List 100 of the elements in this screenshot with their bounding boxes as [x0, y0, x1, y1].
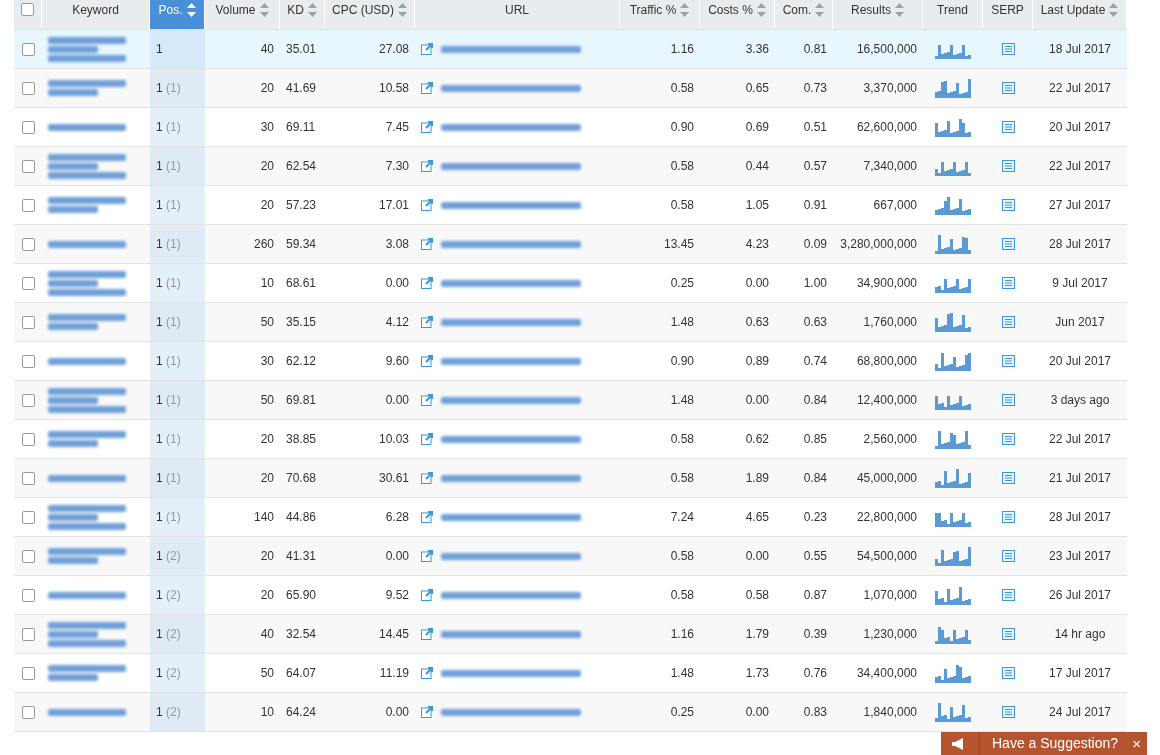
sort-icon[interactable]	[680, 3, 690, 17]
row-checkbox[interactable]	[21, 198, 35, 212]
list-icon[interactable]	[1001, 511, 1015, 523]
list-icon[interactable]	[1001, 472, 1015, 484]
table-cell: 64.07	[286, 666, 317, 680]
list-icon[interactable]	[1001, 706, 1015, 718]
external-link-icon[interactable]	[421, 43, 433, 55]
list-icon[interactable]	[1001, 667, 1015, 679]
table-cell: 16,500,000	[856, 42, 917, 56]
list-icon[interactable]	[1001, 355, 1015, 367]
row-checkbox[interactable]	[21, 627, 35, 641]
table-row[interactable]: 1 (1) 50 35.15 4.12 1.48 0.63 0.63 1,760,000 Jun 2017	[14, 303, 1127, 342]
sort-icon[interactable]	[398, 3, 407, 17]
table-cell: 10.58	[378, 81, 409, 95]
table-row[interactable]: 1 (1) 260 59.34 3.08 13.45 4.23 0.09 3,280,000,000 28 Jul 2017	[14, 225, 1127, 264]
table-cell: 50	[260, 315, 274, 329]
list-icon[interactable]	[1001, 316, 1015, 328]
table-cell: 1.05	[745, 198, 769, 212]
row-checkbox[interactable]	[21, 42, 35, 56]
row-checkbox[interactable]	[21, 510, 35, 524]
table-cell: 0.74	[803, 354, 827, 368]
row-checkbox[interactable]	[21, 276, 35, 290]
table-row[interactable]: 1 (1) 20 41.69 10.58 0.58 0.65 0.73 3,370,000 22 Jul 2017	[14, 69, 1127, 108]
external-link-icon[interactable]	[421, 550, 433, 562]
row-checkbox[interactable]	[21, 81, 35, 95]
table-row[interactable]: 1 (2) 20 65.90 9.52 0.58 0.58 0.87 1,070,000 26 Jul 2017	[14, 576, 1127, 615]
table-cell: 0.58	[670, 198, 694, 212]
row-checkbox[interactable]	[21, 120, 35, 134]
list-icon[interactable]	[1001, 238, 1015, 250]
row-checkbox[interactable]	[21, 237, 35, 251]
external-link-icon[interactable]	[421, 667, 433, 679]
row-checkbox[interactable]	[21, 666, 35, 680]
row-checkbox[interactable]	[21, 588, 35, 602]
close-button[interactable]: ×	[1126, 733, 1147, 754]
sort-icon[interactable]	[1109, 3, 1119, 17]
external-link-icon[interactable]	[421, 238, 433, 250]
external-link-icon[interactable]	[421, 394, 433, 406]
external-link-icon[interactable]	[421, 160, 433, 172]
list-icon[interactable]	[1001, 160, 1015, 172]
feedback-toast[interactable]: Have a Suggestion? ×	[941, 732, 1147, 755]
list-icon[interactable]	[1001, 394, 1015, 406]
list-icon[interactable]	[1001, 550, 1015, 562]
row-checkbox[interactable]	[21, 705, 35, 719]
external-link-icon[interactable]	[421, 628, 433, 640]
sort-icon[interactable]	[815, 3, 825, 17]
select-all-checkbox[interactable]	[21, 3, 34, 16]
sort-icon[interactable]	[259, 3, 269, 17]
date-text: 26 Jul 2017	[1048, 588, 1112, 602]
table-row[interactable]: 1 (2) 50 64.07 11.19 1.48 1.73 0.76 34,400,000 17 Jul 2017	[14, 654, 1127, 693]
row-checkbox[interactable]	[21, 354, 35, 368]
table-row[interactable]: 1 (1) 20 70.68 30.61 0.58 1.89 0.84 45,000,000 21 Jul 2017	[14, 459, 1127, 498]
external-link-icon[interactable]	[421, 199, 433, 211]
external-link-icon[interactable]	[421, 82, 433, 94]
list-icon[interactable]	[1001, 628, 1015, 640]
table-row[interactable]: 1 (2) 10 64.24 0.00 0.25 0.00 0.83 1,840,000 24 Jul 2017	[14, 693, 1127, 732]
table-cell: 667,000	[873, 198, 917, 212]
row-checkbox[interactable]	[21, 549, 35, 563]
table-row[interactable]: 1 (1) 30 69.11 7.45 0.90 0.69 0.51 62,600,000 20 Jul 2017	[14, 108, 1127, 147]
sort-icon[interactable]	[307, 3, 317, 17]
table-row[interactable]: 1 40 35.01 27.08 1.16 3.36 0.81 16,500,000 18 Jul 2017	[14, 30, 1127, 69]
table-cell: 20	[260, 198, 274, 212]
row-checkbox[interactable]	[21, 393, 35, 407]
table-row[interactable]: 1 (2) 40 32.54 14.45 1.16 1.79 0.39 1,230,000 14 hr ago	[14, 615, 1127, 654]
table-row[interactable]: 1 (2) 20 41.31 0.00 0.58 0.00 0.55 54,500,000 23 Jul 2017	[14, 537, 1127, 576]
list-icon[interactable]	[1001, 121, 1015, 133]
table-row[interactable]: 1 (1) 20 57.23 17.01 0.58 1.05 0.91 667,000 27 Jul 2017	[14, 186, 1127, 225]
sort-icon[interactable]	[186, 3, 196, 17]
external-link-icon[interactable]	[421, 433, 433, 445]
list-icon[interactable]	[1001, 277, 1015, 289]
external-link-icon[interactable]	[421, 472, 433, 484]
sort-icon[interactable]	[895, 3, 904, 17]
list-icon[interactable]	[1001, 589, 1015, 601]
table-row[interactable]: 1 (1) 20 38.85 10.03 0.58 0.62 0.85 2,560,000 22 Jul 2017	[14, 420, 1127, 459]
row-checkbox[interactable]	[21, 159, 35, 173]
table-cell: 0.84	[803, 471, 827, 485]
table-row[interactable]: 1 (1) 50 69.81 0.00 1.48 0.00 0.84 12,400,000 3 days ago	[14, 381, 1127, 420]
sort-icon[interactable]	[756, 3, 766, 17]
row-checkbox[interactable]	[21, 315, 35, 329]
table-row[interactable]: 1 (1) 20 62.54 7.30 0.58 0.44 0.57 7,340,000 22 Jul 2017	[14, 147, 1127, 186]
list-icon[interactable]	[1001, 433, 1015, 445]
list-icon[interactable]	[1001, 82, 1015, 94]
table-cell: 1,760,000	[863, 315, 917, 329]
list-icon[interactable]	[1001, 199, 1015, 211]
external-link-icon[interactable]	[421, 316, 433, 328]
external-link-icon[interactable]	[421, 589, 433, 601]
table-row[interactable]: 1 (1) 140 44.86 6.28 7.24 4.65 0.23 22,800,000 28 Jul 2017	[14, 498, 1127, 537]
table-row[interactable]: 1 (1) 30 62.12 9.60 0.90 0.89 0.74 68,800,000 20 Jul 2017	[14, 342, 1127, 381]
external-link-icon[interactable]	[421, 511, 433, 523]
position-text: 1 (1)	[156, 510, 181, 524]
external-link-icon[interactable]	[421, 355, 433, 367]
row-checkbox[interactable]	[21, 432, 35, 446]
external-link-icon[interactable]	[421, 706, 433, 718]
date-text: 3 days ago	[1050, 393, 1110, 407]
table-row[interactable]: 1 (1) 10 68.61 0.00 0.25 0.00 1.00 34,900,000 9 Jul 2017	[14, 264, 1127, 303]
date-text: 14 hr ago	[1054, 627, 1106, 641]
row-checkbox[interactable]	[21, 471, 35, 485]
list-icon[interactable]	[1001, 43, 1015, 55]
table-cell: 0.87	[803, 588, 827, 602]
external-link-icon[interactable]	[421, 121, 433, 133]
external-link-icon[interactable]	[421, 277, 433, 289]
